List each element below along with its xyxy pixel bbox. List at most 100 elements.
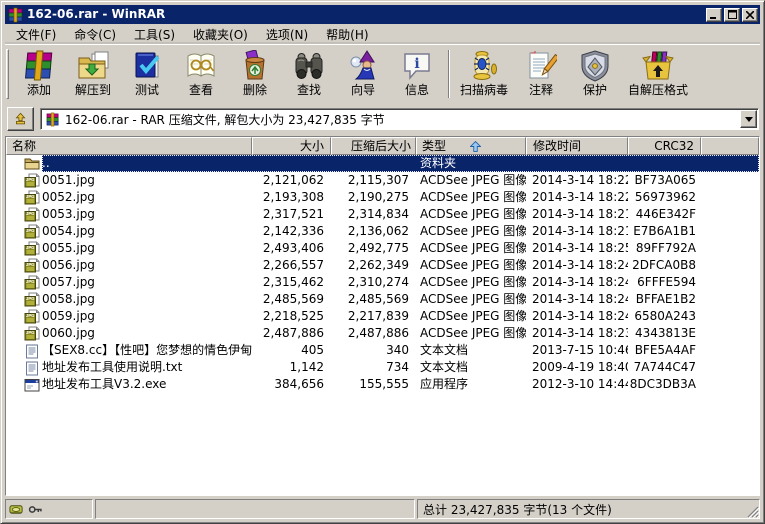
info-button[interactable]: i 信息 <box>390 47 444 101</box>
comment-label: 注释 <box>529 84 553 97</box>
cell-name: 0054.jpg <box>42 223 252 240</box>
info-label: 信息 <box>405 84 429 97</box>
extract-to-icon <box>77 50 109 82</box>
cell-size: 2,193,308 <box>252 189 331 206</box>
cell-type: ACDSee JPEG 图像 <box>416 291 526 308</box>
cell-type: ACDSee JPEG 图像 <box>416 325 526 342</box>
cell-crc: 6580A243 <box>628 308 701 325</box>
archive-path-combobox[interactable]: 162-06.rar - RAR 压缩文件, 解包大小为 23,427,835 … <box>40 108 759 130</box>
wizard-icon <box>347 50 379 82</box>
cell-packed: 2,136,062 <box>331 223 416 240</box>
find-button[interactable]: 查找 <box>282 47 336 101</box>
cell-crc: 89FF792A <box>628 240 701 257</box>
maximize-button[interactable] <box>724 8 740 22</box>
cell-crc: E7B6A1B1 <box>628 223 701 240</box>
wizard-button[interactable]: 向导 <box>336 47 390 101</box>
test-archive-icon <box>131 50 163 82</box>
cell-modified: 2014-3-14 18:21 <box>526 206 628 223</box>
cell-type: 资料夹 <box>416 155 526 172</box>
table-row[interactable]: JPG0052.jpg2,193,3082,190,275ACDSee JPEG… <box>6 189 759 206</box>
toolbar-grip[interactable] <box>6 49 9 99</box>
column-header-type[interactable]: 类型 <box>416 137 526 155</box>
cell-name: 0058.jpg <box>42 291 252 308</box>
key-icon[interactable] <box>28 502 43 517</box>
test-button[interactable]: 测试 <box>120 47 174 101</box>
delete-button[interactable]: 删除 <box>228 47 282 101</box>
cell-crc: BFE5A4AF <box>628 342 701 359</box>
table-row[interactable]: 地址发布工具使用说明.txt1,142734文本文档2009-4-19 18:4… <box>6 359 759 376</box>
column-header-filler <box>701 137 759 155</box>
comment-icon <box>525 50 557 82</box>
menu-file[interactable]: 文件(F) <box>7 24 65 45</box>
table-row[interactable]: JPG0055.jpg2,493,4062,492,775ACDSee JPEG… <box>6 240 759 257</box>
comment-button[interactable]: 注释 <box>514 47 568 101</box>
cell-name: 0053.jpg <box>42 206 252 223</box>
column-header-name[interactable]: 名称 <box>6 137 252 155</box>
column-header-size[interactable]: 大小 <box>252 137 331 155</box>
status-total-panel: 总计 23,427,835 字节(13 个文件) <box>417 499 760 519</box>
column-header-crc32[interactable]: CRC32 <box>628 137 701 155</box>
cell-type: ACDSee JPEG 图像 <box>416 223 526 240</box>
protect-button[interactable]: 保护 <box>568 47 622 101</box>
up-one-level-button[interactable] <box>7 107 34 131</box>
cell-size: 2,485,569 <box>252 291 331 308</box>
minimize-button[interactable] <box>706 8 722 22</box>
svg-text:JPG: JPG <box>26 262 34 267</box>
table-row[interactable]: 【SEX8.cc】【性吧】您梦想的情色伊甸...405340文本文档2013-7… <box>6 342 759 359</box>
menu-bar: 文件(F) 命令(C) 工具(S) 收藏夹(O) 选项(N) 帮助(H) <box>5 24 760 44</box>
cell-type: ACDSee JPEG 图像 <box>416 189 526 206</box>
menu-options[interactable]: 选项(N) <box>257 24 317 45</box>
cell-type: ACDSee JPEG 图像 <box>416 206 526 223</box>
cell-packed: 2,262,349 <box>331 257 416 274</box>
text-file-icon <box>6 360 42 376</box>
column-header-packed[interactable]: 压缩后大小 <box>331 137 416 155</box>
protect-icon <box>579 50 611 82</box>
protect-label: 保护 <box>583 84 607 97</box>
column-header-modified[interactable]: 修改时间 <box>526 137 628 155</box>
cell-packed: 2,485,569 <box>331 291 416 308</box>
table-row[interactable]: JPG0058.jpg2,485,5692,485,569ACDSee JPEG… <box>6 291 759 308</box>
jpeg-file-icon: JPG <box>6 309 42 325</box>
close-button[interactable] <box>742 8 758 22</box>
menu-tools[interactable]: 工具(S) <box>125 24 184 45</box>
cell-crc: 56973962 <box>628 189 701 206</box>
toolbar-separator <box>448 50 450 98</box>
table-row[interactable]: JPG0057.jpg2,315,4622,310,274ACDSee JPEG… <box>6 274 759 291</box>
cell-packed: 2,190,275 <box>331 189 416 206</box>
info-icon: i <box>401 50 433 82</box>
view-label: 查看 <box>189 84 213 97</box>
file-list-panel: 名称 大小 压缩后大小 类型 修改时间 CRC32 .. 资料夹JPG0051.j… <box>5 136 760 496</box>
combobox-dropdown-button[interactable] <box>740 110 757 128</box>
cell-modified: 2014-3-14 18:24 <box>526 274 628 291</box>
jpeg-file-icon: JPG <box>6 190 42 206</box>
table-row[interactable]: 地址发布工具V3.2.exe384,656155,555应用程序2012-3-1… <box>6 376 759 393</box>
scan-virus-button[interactable]: 扫描病毒 <box>454 47 514 101</box>
cell-size: 2,315,462 <box>252 274 331 291</box>
cell-name: .. <box>42 155 252 172</box>
table-row[interactable]: JPG0051.jpg2,121,0622,115,307ACDSee JPEG… <box>6 172 759 189</box>
jpeg-file-icon: JPG <box>6 224 42 240</box>
jpeg-file-icon: JPG <box>6 326 42 342</box>
menu-help[interactable]: 帮助(H) <box>317 24 377 45</box>
cell-crc: 446E342F <box>628 206 701 223</box>
view-button[interactable]: 查看 <box>174 47 228 101</box>
resize-grip[interactable] <box>747 506 759 518</box>
drive-icon[interactable] <box>9 502 24 517</box>
svg-text:JPG: JPG <box>26 228 34 233</box>
maximize-icon <box>728 10 737 19</box>
table-row[interactable]: JPG0054.jpg2,142,3362,136,062ACDSee JPEG… <box>6 223 759 240</box>
cell-name: 地址发布工具V3.2.exe <box>42 376 252 393</box>
cell-packed: 2,115,307 <box>331 172 416 189</box>
cell-packed: 2,314,834 <box>331 206 416 223</box>
table-row[interactable]: JPG0053.jpg2,317,5212,314,834ACDSee JPEG… <box>6 206 759 223</box>
menu-commands[interactable]: 命令(C) <box>65 24 125 45</box>
add-button[interactable]: 添加 <box>12 47 66 101</box>
extract-to-button[interactable]: 解压到 <box>66 47 120 101</box>
table-row[interactable]: JPG0059.jpg2,218,5252,217,839ACDSee JPEG… <box>6 308 759 325</box>
sfx-button[interactable]: 自解压格式 <box>622 47 694 101</box>
table-row[interactable]: JPG0056.jpg2,266,5572,262,349ACDSee JPEG… <box>6 257 759 274</box>
table-row[interactable]: .. 资料夹 <box>6 155 759 172</box>
menu-favorites[interactable]: 收藏夹(O) <box>184 24 257 45</box>
table-row[interactable]: JPG0060.jpg2,487,8862,487,886ACDSee JPEG… <box>6 325 759 342</box>
cell-modified: 2012-3-10 14:44 <box>526 376 628 393</box>
